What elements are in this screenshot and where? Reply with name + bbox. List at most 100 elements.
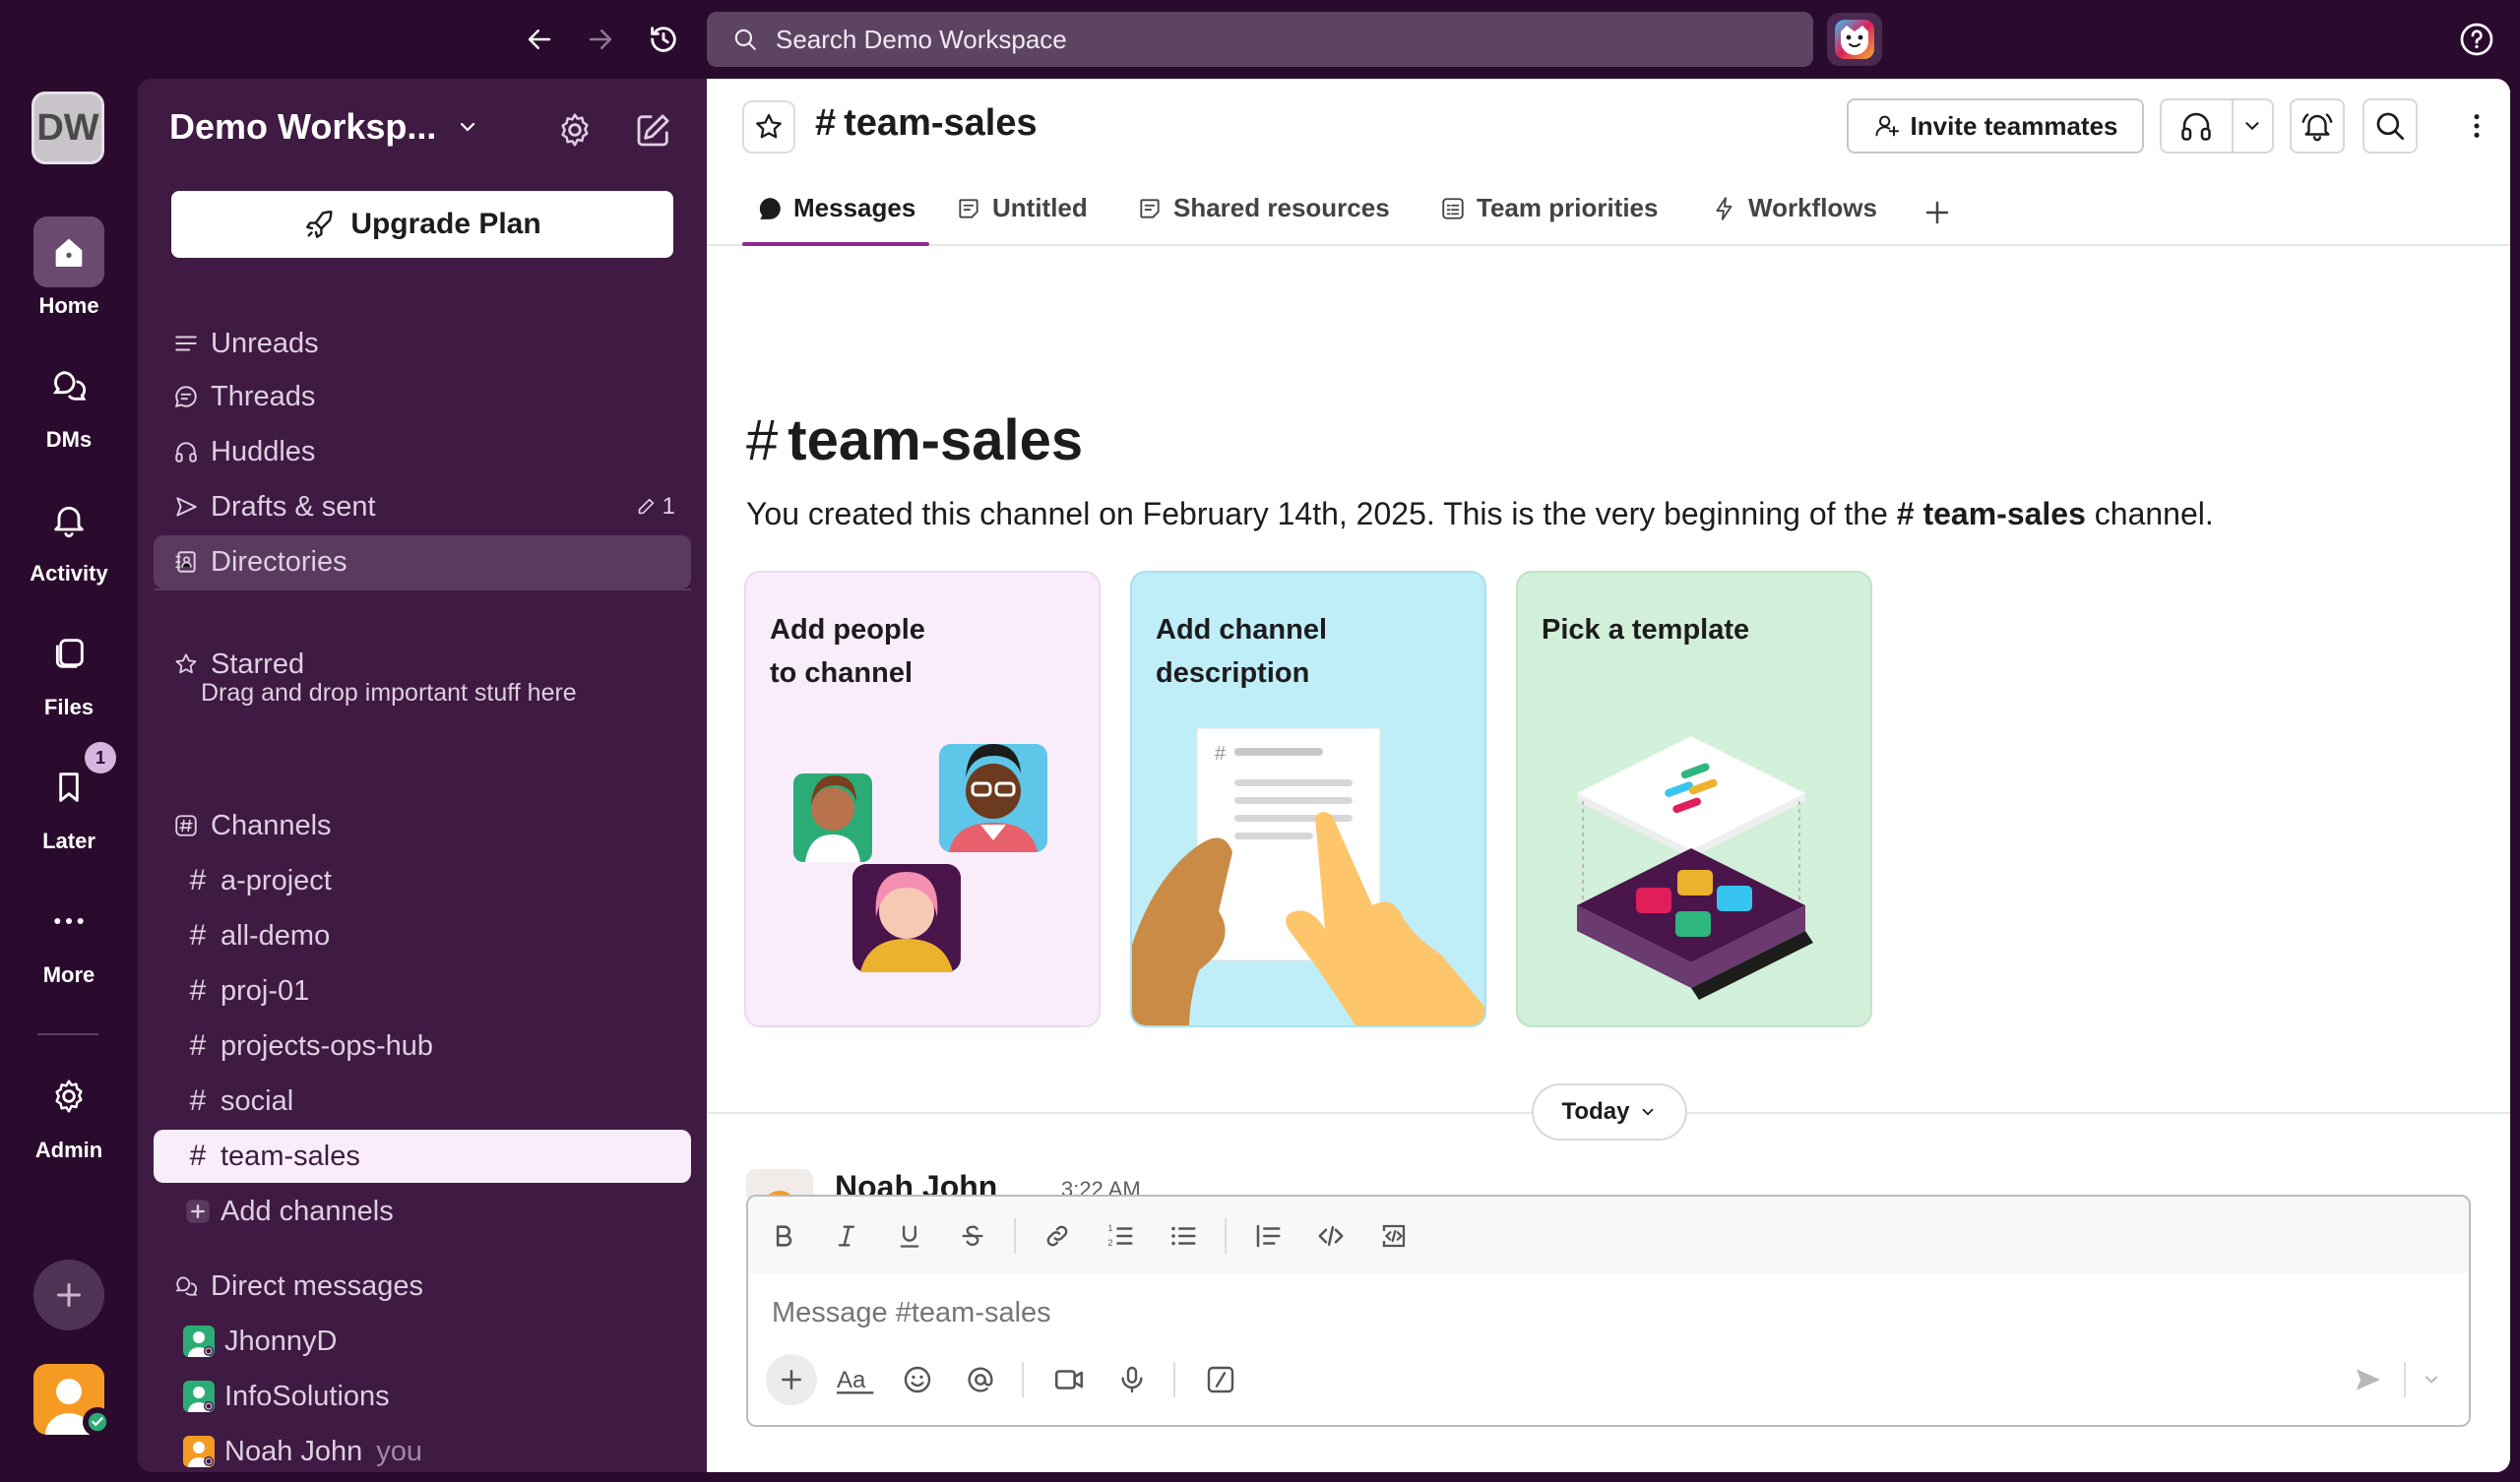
- more-options-icon[interactable]: [2457, 106, 2496, 146]
- forward-arrow-icon[interactable]: [581, 20, 620, 59]
- hash-icon: #: [189, 864, 207, 896]
- notifications-bell-icon[interactable]: [2290, 98, 2345, 154]
- star-channel-button[interactable]: [742, 100, 795, 154]
- attach-plus-icon[interactable]: [766, 1354, 817, 1405]
- rail-item-home[interactable]: Home: [0, 216, 138, 319]
- date-divider-button[interactable]: Today: [1532, 1083, 1687, 1141]
- chevron-down-icon[interactable]: [2414, 1354, 2449, 1405]
- gear-icon[interactable]: [555, 110, 595, 150]
- channels-section-header[interactable]: Channels: [154, 799, 691, 852]
- slash-command-icon[interactable]: [1195, 1354, 1246, 1405]
- text-format-icon[interactable]: Aa: [831, 1354, 882, 1405]
- rocket-icon: [303, 208, 337, 241]
- workspace-name-button[interactable]: Demo Worksp...: [169, 106, 479, 148]
- date-label: Today: [1561, 1098, 1630, 1125]
- more-icon: [33, 886, 104, 957]
- dm-section-header[interactable]: Direct messages: [154, 1260, 691, 1313]
- card-title: Pick a template: [1542, 614, 1750, 646]
- ai-assistant-icon[interactable]: [1827, 13, 1882, 66]
- top-bar: Search Demo Workspace: [0, 0, 2520, 79]
- sidebar-item-huddles[interactable]: Huddles: [154, 425, 691, 478]
- add-tab-button[interactable]: [1918, 193, 1957, 232]
- blockquote-icon[interactable]: [1246, 1214, 1290, 1258]
- tab-label: Untitled: [992, 193, 1088, 222]
- rail-item-more[interactable]: More: [0, 886, 138, 988]
- sidebar-item-unreads[interactable]: Unreads: [154, 317, 691, 370]
- rail-item-files[interactable]: Files: [0, 618, 138, 720]
- compose-icon[interactable]: [634, 110, 673, 150]
- bolt-icon: [1711, 195, 1738, 222]
- code-block-icon[interactable]: [1372, 1214, 1416, 1258]
- tab-workflows[interactable]: Workflows: [1711, 187, 1877, 246]
- link-icon[interactable]: [1036, 1214, 1079, 1258]
- tab-untitled[interactable]: Untitled: [955, 187, 1088, 246]
- strikethrough-icon[interactable]: [951, 1214, 994, 1258]
- video-icon[interactable]: [1043, 1354, 1095, 1405]
- ordered-list-icon[interactable]: 12: [1099, 1214, 1142, 1258]
- code-icon[interactable]: [1309, 1214, 1353, 1258]
- channel-label: a-project: [220, 864, 332, 896]
- bullet-list-icon[interactable]: [1162, 1214, 1205, 1258]
- rail-item-admin[interactable]: Admin: [0, 1061, 138, 1163]
- rail-item-dms[interactable]: DMs: [0, 350, 138, 453]
- drafts-count: 1: [635, 493, 675, 521]
- history-icon[interactable]: [644, 20, 683, 59]
- pick-template-card[interactable]: Pick a template: [1516, 571, 1872, 1027]
- threads-icon: [171, 382, 201, 411]
- sidebar-item-label: Directories: [211, 545, 347, 578]
- sidebar-item-drafts-sent[interactable]: Drafts & sent 1: [154, 480, 691, 533]
- dm-name: InfoSolutions: [224, 1380, 390, 1412]
- rail-item-later[interactable]: Later: [0, 752, 138, 854]
- send-icon[interactable]: [2343, 1354, 2394, 1405]
- intro-channel-link-name: team-sales: [1922, 496, 2086, 531]
- chevron-down-icon[interactable]: [2234, 100, 2272, 152]
- avatar: [183, 1326, 215, 1357]
- underline-icon[interactable]: [888, 1214, 931, 1258]
- bold-icon[interactable]: [762, 1214, 805, 1258]
- dm-item-infosolutions[interactable]: InfoSolutions: [154, 1370, 691, 1423]
- sidebar-channel-proj-01[interactable]: # proj-01: [154, 964, 691, 1018]
- sidebar-item-directories[interactable]: Directories: [154, 535, 691, 588]
- rail-item-activity[interactable]: Activity: [0, 484, 138, 587]
- upgrade-plan-button[interactable]: Upgrade Plan: [171, 191, 673, 258]
- headphones-icon[interactable]: [2162, 100, 2232, 152]
- help-icon[interactable]: [2457, 20, 2496, 59]
- channels-label: Channels: [211, 809, 332, 841]
- add-channels-button[interactable]: Add channels: [154, 1185, 691, 1238]
- search-icon[interactable]: [2362, 98, 2418, 154]
- channel-title[interactable]: # team-sales: [815, 102, 1038, 145]
- channel-name: team-sales: [844, 102, 1038, 144]
- dm-icon: [33, 350, 104, 421]
- dm-item-noah-john[interactable]: Noah John you: [154, 1425, 691, 1472]
- emoji-icon[interactable]: [892, 1354, 943, 1405]
- add-description-card[interactable]: # Add channel description: [1130, 571, 1486, 1027]
- add-people-card[interactable]: Add people to channel: [744, 571, 1101, 1027]
- tab-messages[interactable]: Messages: [741, 187, 930, 246]
- search-input[interactable]: Search Demo Workspace: [707, 12, 1813, 67]
- tab-shared-resources[interactable]: Shared resources: [1136, 187, 1390, 246]
- rail-label-later: Later: [42, 829, 95, 853]
- sidebar-channel-team-sales[interactable]: # team-sales: [154, 1130, 691, 1183]
- intro-channel-link[interactable]: # team-sales: [1897, 496, 2086, 531]
- dm-name: JhonnyD: [224, 1325, 338, 1357]
- sidebar-item-threads[interactable]: Threads: [154, 370, 691, 423]
- hash-icon: #: [189, 974, 207, 1007]
- toolbar-separator: [1225, 1218, 1227, 1254]
- sidebar-channel-a-project[interactable]: # a-project: [154, 854, 691, 907]
- invite-label: Invite teammates: [1910, 110, 2118, 141]
- sidebar-channel-all-demo[interactable]: # all-demo: [154, 909, 691, 962]
- back-arrow-icon[interactable]: [520, 20, 559, 59]
- mention-icon[interactable]: [955, 1354, 1006, 1405]
- workspace-avatar[interactable]: DW: [32, 92, 104, 164]
- message-input[interactable]: [772, 1297, 2347, 1329]
- sidebar-channel-social[interactable]: # social: [154, 1075, 691, 1128]
- sidebar-channel-projects-ops-hub[interactable]: # projects-ops-hub: [154, 1019, 691, 1073]
- hash-icon: #: [815, 102, 837, 144]
- tab-team-priorities[interactable]: Team priorities: [1439, 187, 1658, 246]
- dm-item-jhonnyd[interactable]: JhonnyD: [154, 1315, 691, 1368]
- channel-view: # team-sales Invite teammates Messages U…: [707, 79, 2510, 1472]
- invite-teammates-button[interactable]: Invite teammates: [1847, 98, 2144, 154]
- add-workspace-button[interactable]: [33, 1260, 104, 1330]
- italic-icon[interactable]: [825, 1214, 868, 1258]
- microphone-icon[interactable]: [1106, 1354, 1158, 1405]
